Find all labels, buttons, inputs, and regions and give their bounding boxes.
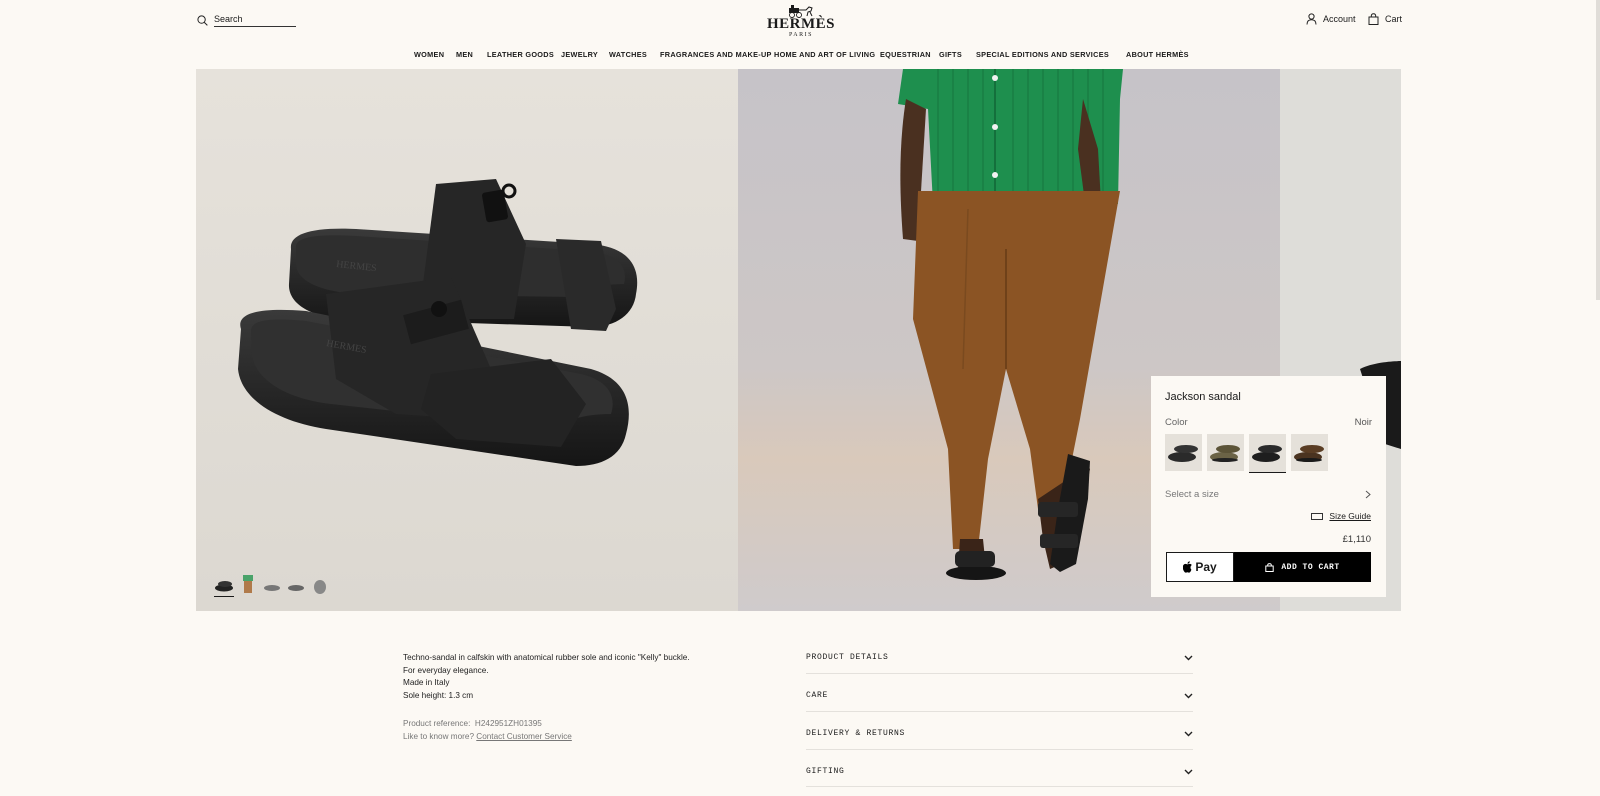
chevron-down-icon <box>1184 655 1193 660</box>
search-icon <box>197 14 208 26</box>
cart-label: Cart <box>1385 14 1403 24</box>
swatch-noir[interactable] <box>1165 434 1202 471</box>
account-link[interactable]: Account <box>1306 13 1356 25</box>
help-label: Like to know more? <box>403 731 474 741</box>
accordion-gifting[interactable]: GIFTING <box>806 767 1193 776</box>
nav-item-home[interactable]: HOME AND ART OF LIVING <box>774 50 875 59</box>
reference-label: Product reference: <box>403 719 471 728</box>
swatch-brown[interactable] <box>1291 434 1328 471</box>
product-purchase-card: Jackson sandal Color Noir Select a size … <box>1151 376 1386 597</box>
product-title: Jackson sandal <box>1165 391 1241 403</box>
accordion-label: CARE <box>806 691 829 700</box>
nav-item-jewelry[interactable]: JEWELRY <box>561 50 598 59</box>
nav-item-men[interactable]: MEN <box>456 50 473 59</box>
nav-item-fragrances[interactable]: FRAGRANCES AND MAKE-UP <box>660 50 772 59</box>
main-navigation: WOMEN MEN LEATHER GOODS JEWELRY WATCHES … <box>0 50 1600 62</box>
divider <box>806 673 1193 674</box>
apple-logo-icon <box>1183 561 1193 573</box>
size-selector[interactable]: Select a size <box>1165 489 1372 500</box>
page-scrollbar[interactable] <box>1596 0 1600 300</box>
chevron-down-icon <box>1184 693 1193 698</box>
chevron-down-icon <box>1184 769 1193 774</box>
thumbnail-strip <box>214 575 330 597</box>
search-input[interactable] <box>214 13 296 27</box>
accordion-label: GIFTING <box>806 767 845 776</box>
product-reference-block: Product reference: H242951ZH01395 Like t… <box>403 718 572 743</box>
product-description: Techno-sandal in calfskin with anatomica… <box>403 652 690 702</box>
swatch-olive[interactable] <box>1207 434 1244 471</box>
user-icon <box>1306 13 1317 25</box>
search-bar[interactable] <box>197 13 296 27</box>
logo-wordmark: HERMÈS <box>766 16 835 32</box>
reference-value: H242951ZH01395 <box>474 719 542 728</box>
size-selector-label: Select a size <box>1165 489 1219 500</box>
cart-link[interactable]: Cart <box>1368 13 1402 25</box>
logo-city: PARIS <box>789 32 813 38</box>
thumbnail-4[interactable] <box>286 575 306 597</box>
description-line: For everyday elegance. <box>403 665 489 675</box>
accordion-care[interactable]: CARE <box>806 691 1193 700</box>
add-to-cart-label: ADD TO CART <box>1281 562 1340 572</box>
shopping-bag-icon <box>1265 562 1275 572</box>
site-header: HERMÈS PARIS Account Cart WOMEN MEN LEAT… <box>0 0 1600 68</box>
add-to-cart-button[interactable]: ADD TO CART <box>1234 552 1371 582</box>
thumbnail-2[interactable] <box>238 575 258 597</box>
nav-item-special-editions[interactable]: SPECIAL EDITIONS AND SERVICES <box>976 50 1109 59</box>
description-line: Sole height: 1.3 cm <box>403 690 474 700</box>
sandals-illustration: HERMES HERMES <box>238 179 638 466</box>
color-value: Noir <box>1354 417 1372 428</box>
thumbnail-3[interactable] <box>262 575 282 597</box>
chevron-down-icon <box>1184 731 1193 736</box>
size-guide-label: Size Guide <box>1329 511 1371 521</box>
chevron-right-icon <box>1365 490 1371 499</box>
description-line: Made in Italy <box>403 678 450 687</box>
ruler-icon <box>1311 512 1324 520</box>
swatch-black-selected[interactable] <box>1249 434 1286 473</box>
apple-pay-button[interactable]: Pay <box>1166 552 1234 582</box>
apple-pay-label: Pay <box>1195 560 1217 574</box>
color-swatches <box>1165 434 1328 473</box>
nav-item-gifts[interactable]: GIFTS <box>939 50 962 59</box>
divider <box>806 711 1193 712</box>
nav-item-watches[interactable]: WATCHES <box>609 50 647 59</box>
color-label: Color <box>1165 417 1188 428</box>
divider <box>806 749 1193 750</box>
contact-customer-service-link[interactable]: Contact Customer Service <box>476 732 572 741</box>
thumbnail-5[interactable] <box>310 575 330 597</box>
nav-item-leather-goods[interactable]: LEATHER GOODS <box>487 50 554 59</box>
accordion-label: PRODUCT DETAILS <box>806 653 889 662</box>
size-guide-link[interactable]: Size Guide <box>1311 511 1371 521</box>
accordion-product-details[interactable]: PRODUCT DETAILS <box>806 653 1193 662</box>
accordion-label: DELIVERY & RETURNS <box>806 729 906 738</box>
hermes-logo[interactable]: HERMÈS PARIS <box>760 4 842 39</box>
account-label: Account <box>1323 14 1356 24</box>
description-line: Techno-sandal in calfskin with anatomica… <box>403 653 690 662</box>
divider <box>806 786 1193 787</box>
accordion-delivery-returns[interactable]: DELIVERY & RETURNS <box>806 729 1193 738</box>
product-price: £1,110 <box>1342 534 1371 545</box>
nav-item-equestrian[interactable]: EQUESTRIAN <box>880 50 931 59</box>
nav-item-women[interactable]: WOMEN <box>414 50 444 59</box>
shopping-bag-icon <box>1368 13 1379 25</box>
thumbnail-1[interactable] <box>214 575 234 597</box>
nav-item-about[interactable]: ABOUT HERMÈS <box>1126 50 1189 59</box>
product-image-sandals[interactable]: HERMES HERMES <box>196 69 738 611</box>
